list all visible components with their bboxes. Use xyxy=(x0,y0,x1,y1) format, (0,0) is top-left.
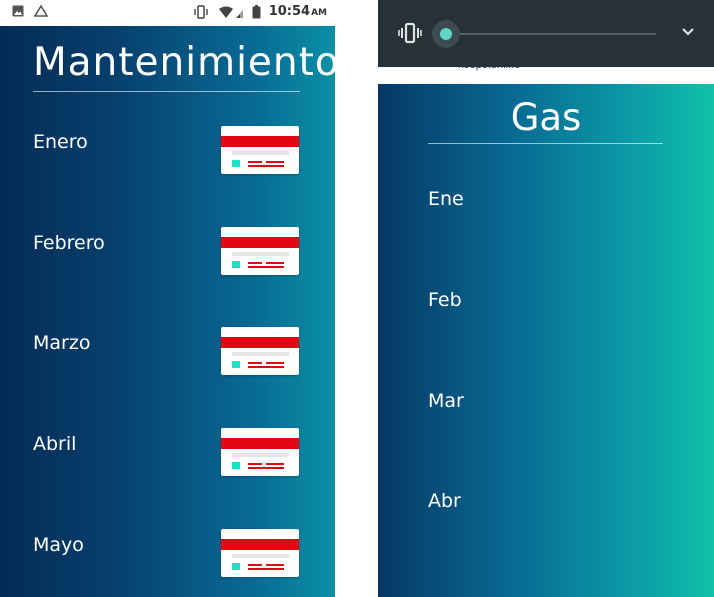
card-icon[interactable] xyxy=(221,227,299,275)
maintenance-background: Mantenimiento Enero Febrero Marzo Abril … xyxy=(0,26,335,597)
month-label-enero[interactable]: Enero xyxy=(33,131,88,153)
volume-panel xyxy=(378,0,714,67)
battery-icon xyxy=(252,4,261,18)
month-label-febrero[interactable]: Febrero xyxy=(33,232,105,254)
vibrate-icon xyxy=(193,4,208,19)
month-label-marzo[interactable]: Marzo xyxy=(33,332,90,354)
chevron-down-icon[interactable] xyxy=(681,24,695,42)
volume-slider-thumb[interactable] xyxy=(440,28,452,40)
card-icon[interactable] xyxy=(221,327,299,375)
page-title: Gas xyxy=(510,96,582,139)
title-divider xyxy=(428,143,663,144)
gas-screen: keepo.online Gas Ene Feb Mar Abr xyxy=(378,0,714,597)
card-icon[interactable] xyxy=(221,529,299,577)
maintenance-screen: 10:54AM Mantenimiento Enero Febrero Marz… xyxy=(0,0,335,597)
month-label-abril[interactable]: Abril xyxy=(33,433,76,455)
month-label-ene[interactable]: Ene xyxy=(428,188,464,210)
gas-background: Gas Ene Feb Mar Abr xyxy=(378,84,714,597)
drive-notification-icon xyxy=(34,5,48,17)
partially-hidden-header: keepo.online xyxy=(378,59,714,84)
image-notification-icon xyxy=(12,5,24,17)
vibrate-icon[interactable] xyxy=(398,22,422,44)
status-bar: 10:54AM xyxy=(0,0,335,26)
clock: 10:54AM xyxy=(269,4,327,19)
card-icon[interactable] xyxy=(221,428,299,476)
wifi-signal-icon xyxy=(218,6,243,18)
month-label-abr[interactable]: Abr xyxy=(428,490,461,512)
month-label-mar[interactable]: Mar xyxy=(428,390,464,412)
title-divider xyxy=(33,91,300,92)
page-title: Mantenimiento xyxy=(33,40,335,85)
volume-slider-track[interactable] xyxy=(444,33,656,35)
clock-time: 10:54 xyxy=(268,4,311,19)
month-label-mayo[interactable]: Mayo xyxy=(33,534,84,556)
month-label-feb[interactable]: Feb xyxy=(428,289,462,311)
card-icon[interactable] xyxy=(221,126,299,174)
clock-ampm: AM xyxy=(311,8,327,18)
